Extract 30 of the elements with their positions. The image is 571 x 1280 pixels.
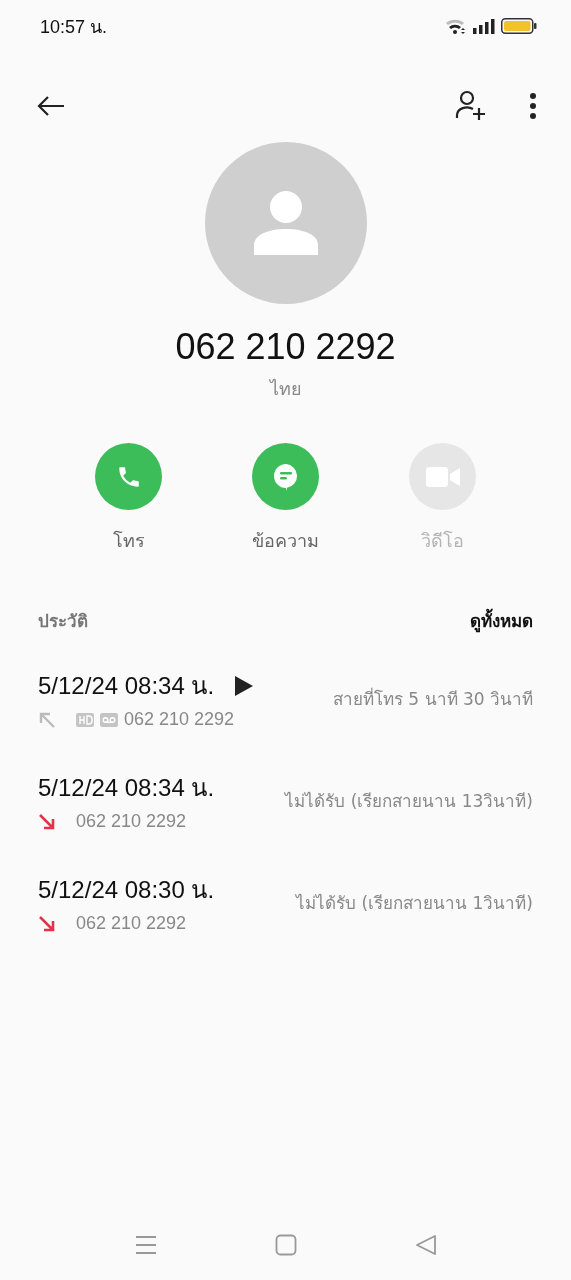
missed-call-icon bbox=[38, 812, 56, 831]
outgoing-call-icon bbox=[38, 710, 56, 729]
call-number: 062 210 2292 bbox=[124, 709, 235, 730]
more-icon bbox=[529, 93, 537, 119]
call-date: 5/12/24 08:34 น. bbox=[38, 671, 215, 701]
call-detail: ไม่ได้รับ (เรียกสายนาน 1วินาที) bbox=[296, 891, 533, 915]
video-camera-icon bbox=[425, 465, 460, 488]
missed-call-icon bbox=[38, 914, 56, 933]
call-detail: สายที่โทร 5 นาที 30 วินาที bbox=[332, 686, 533, 711]
action-label: โทร bbox=[112, 529, 145, 553]
contact-name: 062 210 2292 bbox=[175, 326, 396, 368]
wifi-icon bbox=[445, 18, 467, 34]
call-row[interactable]: 5/12/24 08:34 น. 062 210 2292 สายที่โทร 5 นาที 30 วินาที bbox=[0, 660, 571, 736]
call-row[interactable]: 5/12/24 08:34 น. 062 210 2292 ไม่ได้รับ (เรียกสายนาน 13วินาที) bbox=[0, 762, 571, 838]
see-all-link[interactable]: ดูทั้งหมด bbox=[470, 607, 533, 634]
contact-location: ไทย bbox=[269, 377, 302, 401]
call-detail: ไม่ได้รับ (เรียกสายนาน 13วินาที) bbox=[285, 789, 533, 813]
signal-icon bbox=[473, 18, 495, 34]
call-date: 5/12/24 08:34 น. bbox=[38, 773, 215, 803]
call-number: 062 210 2292 bbox=[76, 811, 187, 832]
action-label: ข้อความ bbox=[252, 529, 319, 553]
call-date: 5/12/24 08:30 น. bbox=[38, 875, 215, 905]
history-title: ประวัติ bbox=[38, 610, 88, 633]
call-row[interactable]: 5/12/24 08:30 น. 062 210 2292 ไม่ได้รับ (เรียกสายนาน 1วินาที) bbox=[0, 864, 571, 940]
action-label: วิดีโอ bbox=[421, 529, 464, 553]
message-icon bbox=[272, 462, 299, 491]
battery-icon bbox=[501, 18, 537, 34]
play-button[interactable] bbox=[234, 674, 255, 697]
status-time: 10:57 น. bbox=[40, 15, 108, 39]
call-number: 062 210 2292 bbox=[76, 913, 187, 934]
